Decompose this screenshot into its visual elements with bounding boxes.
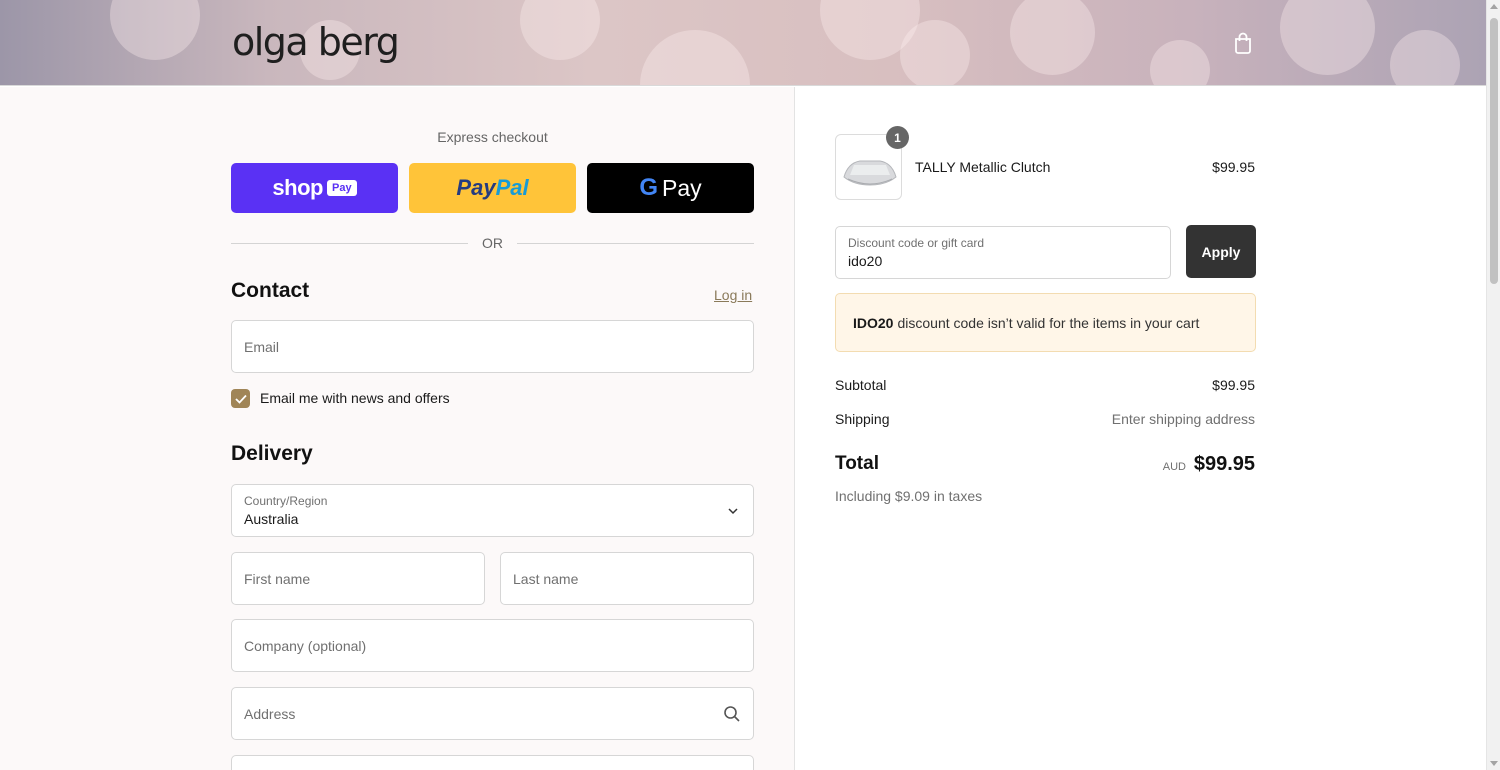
express-checkout-label: Express checkout: [437, 129, 548, 145]
address-field[interactable]: Address: [231, 687, 754, 740]
total-currency: AUD: [1162, 461, 1186, 473]
or-divider: OR: [231, 233, 754, 253]
first-name-field[interactable]: First name: [231, 552, 485, 605]
or-label: OR: [482, 235, 503, 251]
company-placeholder: Company (optional): [244, 637, 367, 654]
last-name-field[interactable]: Last name: [500, 552, 754, 605]
search-icon: [724, 706, 740, 722]
country-label: Country/Region: [244, 494, 328, 508]
shipping-label: Shipping: [835, 411, 890, 427]
first-name-placeholder: First name: [244, 570, 311, 587]
google-pay-text: Pay: [662, 174, 702, 201]
total-label: Total: [835, 453, 879, 474]
apply-discount-button[interactable]: Apply: [1186, 225, 1256, 278]
country-select[interactable]: Country/Region Australia: [231, 484, 754, 537]
bokeh-decoration: [1150, 40, 1210, 85]
shipping-value: Enter shipping address: [1111, 411, 1255, 427]
quantity-badge: 1: [886, 126, 909, 149]
bokeh-decoration: [1390, 30, 1460, 85]
company-field[interactable]: Company (optional): [231, 619, 754, 672]
page-scrollbar[interactable]: [1486, 0, 1500, 770]
site-header: olga berg: [0, 0, 1486, 86]
newsletter-label[interactable]: Email me with news and offers: [260, 390, 450, 406]
discount-warning: IDO20 discount code isn’t valid for the …: [835, 293, 1256, 352]
subtotal-value: $99.95: [1212, 377, 1255, 393]
scroll-up-arrow-icon[interactable]: [1490, 4, 1498, 9]
paypal-text-part2: Pal: [495, 175, 529, 200]
contact-heading: Contact: [231, 279, 310, 302]
bokeh-decoration: [1280, 0, 1375, 75]
subtotal-label: Subtotal: [835, 377, 887, 393]
scroll-down-arrow-icon[interactable]: [1490, 761, 1498, 766]
google-pay-button[interactable]: G Pay: [587, 163, 754, 213]
bokeh-decoration: [640, 30, 750, 85]
shopping-bag-icon[interactable]: [1233, 32, 1253, 54]
email-field[interactable]: Email: [231, 320, 754, 373]
bokeh-decoration: [110, 0, 200, 60]
next-field[interactable]: [231, 755, 754, 770]
country-value: Australia: [244, 511, 299, 527]
discount-code-input[interactable]: Discount code or gift card ido20: [835, 226, 1171, 279]
shop-pay-brand: shop: [272, 175, 323, 200]
checkout-form-pane: Express checkout shop Pay PayPal G Pay O…: [0, 87, 795, 770]
chevron-down-icon: [728, 508, 738, 515]
warning-code: IDO20: [853, 314, 894, 331]
discount-label: Discount code or gift card: [848, 236, 985, 250]
paypal-button[interactable]: PayPal: [409, 163, 576, 213]
newsletter-checkbox[interactable]: [231, 389, 250, 408]
brand-logo[interactable]: olga berg: [232, 20, 400, 64]
discount-value: ido20: [848, 253, 883, 269]
google-g-icon: G: [639, 174, 659, 201]
log-in-link[interactable]: Log in: [714, 287, 752, 303]
order-summary-pane: 1 TALLY Metallic Clutch $99.95 Discount …: [796, 87, 1486, 770]
bokeh-decoration: [520, 0, 600, 60]
delivery-heading: Delivery: [231, 442, 313, 465]
shop-pay-badge: Pay: [326, 180, 357, 196]
warning-message: discount code isn’t valid for the items …: [897, 314, 1200, 331]
bokeh-decoration: [1010, 0, 1095, 75]
tax-note: Including $9.09 in taxes: [835, 488, 983, 504]
product-price: $99.95: [1212, 159, 1255, 175]
shop-pay-button[interactable]: shop Pay: [231, 163, 398, 213]
bokeh-decoration: [900, 20, 970, 85]
total-value: $99.95: [1193, 453, 1255, 475]
checkmark-icon: [234, 394, 247, 404]
paypal-text-part1: Pay: [456, 175, 496, 200]
email-placeholder: Email: [244, 338, 280, 355]
address-placeholder: Address: [244, 705, 296, 722]
product-name: TALLY Metallic Clutch: [915, 159, 1051, 175]
last-name-placeholder: Last name: [513, 570, 579, 587]
scroll-thumb[interactable]: [1490, 18, 1498, 284]
